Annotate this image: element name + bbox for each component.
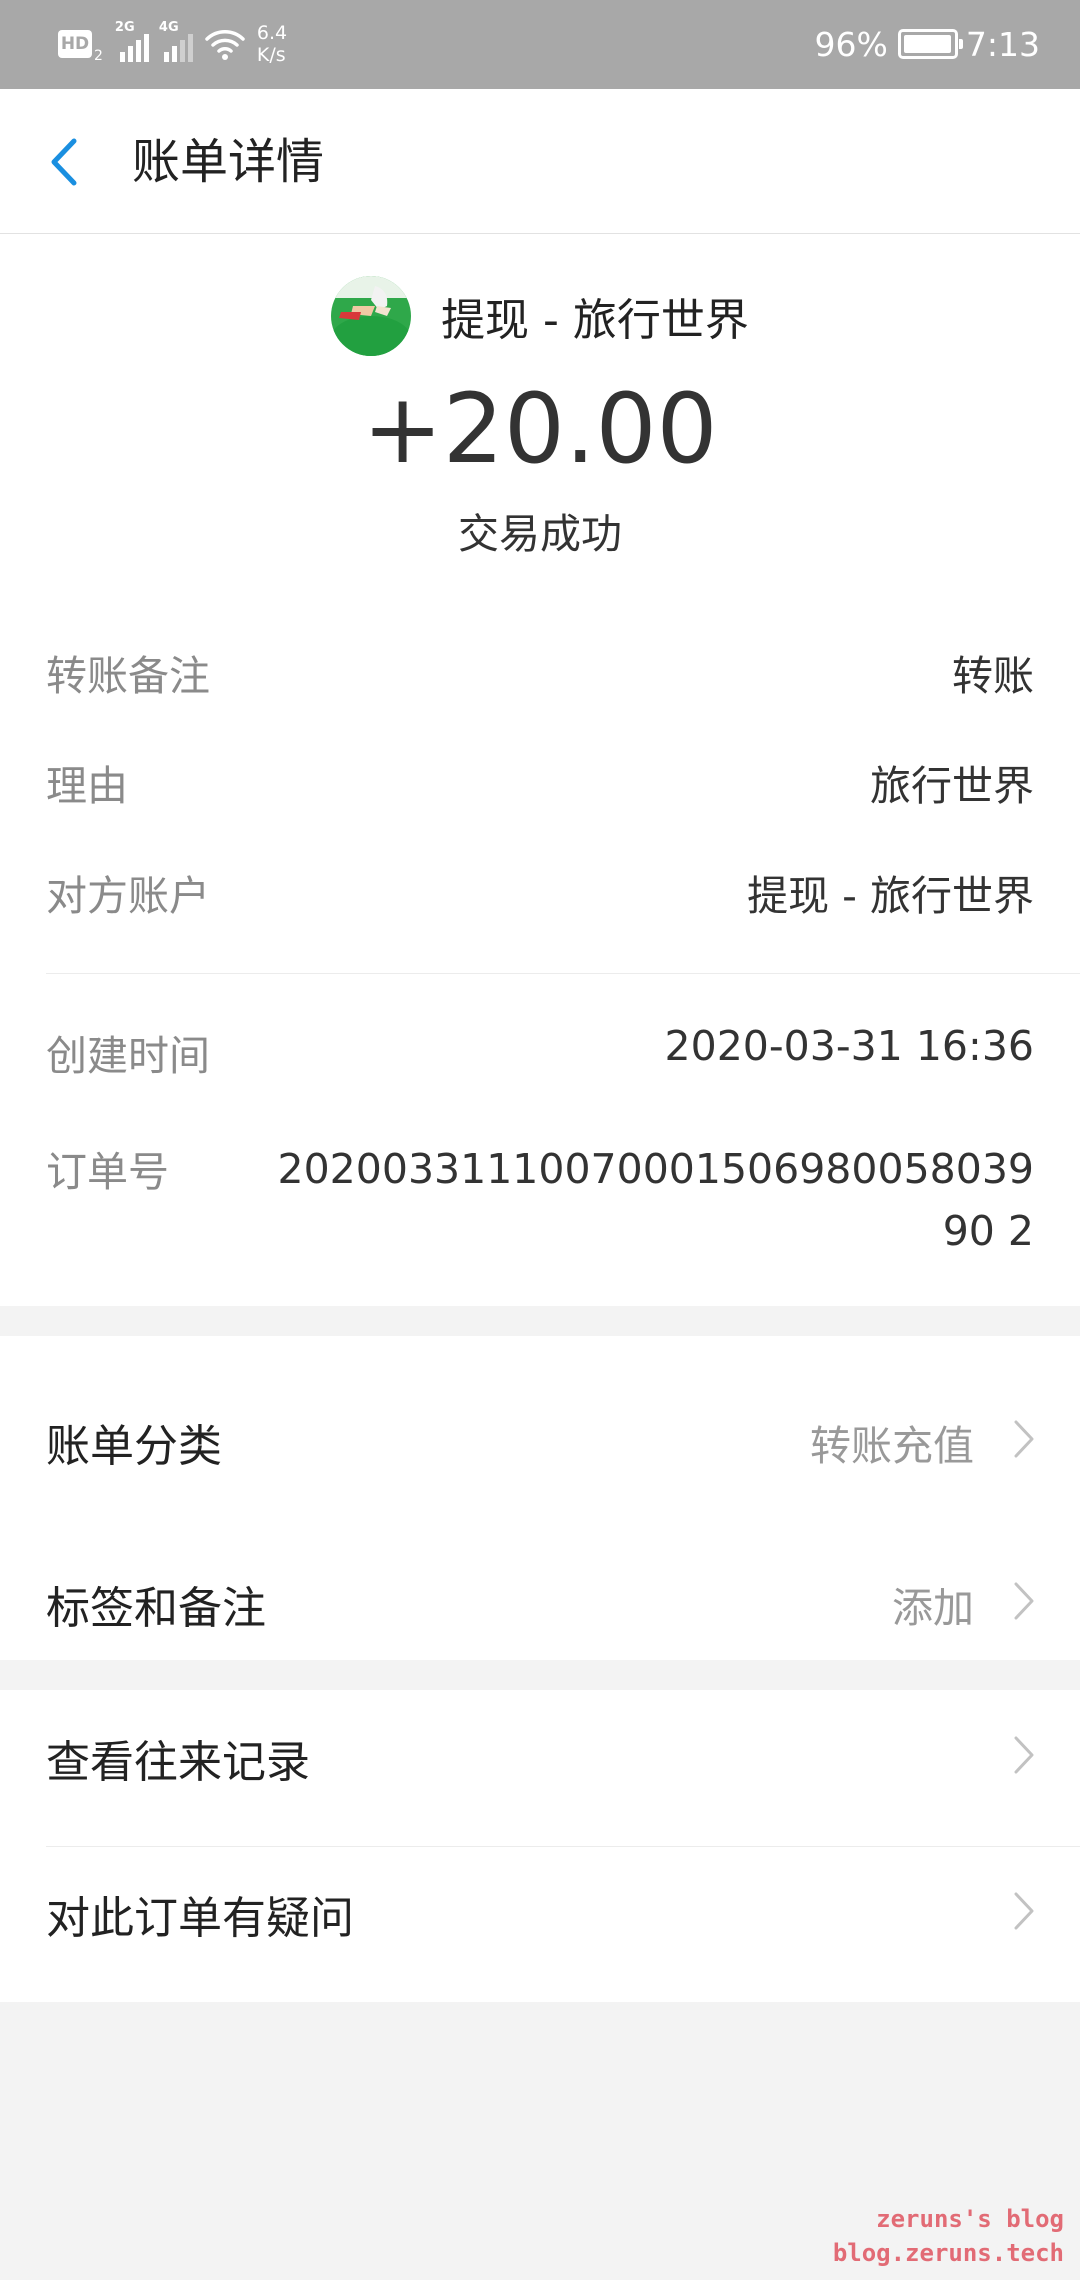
actions-card: 查看往来记录 对此订单有疑问 bbox=[0, 1690, 1080, 2002]
nav-bar: 账单详情 bbox=[0, 89, 1080, 234]
tags-notes-label: 标签和备注 bbox=[46, 1583, 266, 1634]
signal-2g-icon: 2G bbox=[115, 20, 149, 62]
account-value: 提现 - 旅行世界 bbox=[747, 872, 1034, 920]
chevron-right-icon bbox=[1014, 1582, 1034, 1620]
status-bar: HD 2 2G 4G 6.4 K/s 96% 7:13 bbox=[0, 0, 1080, 89]
detail-row-created: 创建时间 2020-03-31 16:36 bbox=[46, 1022, 1034, 1082]
divider bbox=[46, 973, 1080, 974]
remark-value: 转账 bbox=[952, 652, 1034, 700]
detail-row-reason: 理由 旅行世界 bbox=[46, 752, 1034, 812]
reason-label: 理由 bbox=[46, 762, 128, 810]
page-title: 账单详情 bbox=[132, 134, 325, 190]
wifi-icon bbox=[205, 30, 245, 60]
view-history-label: 查看往来记录 bbox=[46, 1737, 310, 1788]
bill-settings-card: 账单分类 转账充值 标签和备注 添加 bbox=[0, 1336, 1080, 1660]
chevron-right-icon bbox=[1014, 1736, 1034, 1774]
reason-value: 旅行世界 bbox=[870, 762, 1034, 810]
detail-row-remark: 转账备注 转账 bbox=[46, 642, 1034, 702]
order-number-value: 2020033111007000150698005803990 2 bbox=[277, 1145, 1034, 1255]
avatar bbox=[331, 276, 412, 356]
hd-sub-label: 2 bbox=[94, 48, 103, 64]
detail-row-account: 对方账户 提现 - 旅行世界 bbox=[46, 862, 1034, 922]
order-number-label: 订单号 bbox=[46, 1148, 169, 1196]
view-history-row[interactable]: 查看往来记录 bbox=[0, 1694, 1080, 1814]
tags-notes-row[interactable]: 标签和备注 添加 bbox=[0, 1540, 1080, 1660]
chevron-right-icon bbox=[1014, 1420, 1034, 1458]
tags-notes-value: 添加 bbox=[892, 1584, 974, 1632]
transaction-card: 提现 - 旅行世界 +20.00 交易成功 转账备注 转账 理由 旅行世界 对方… bbox=[0, 234, 1080, 1306]
battery-icon bbox=[897, 29, 963, 59]
battery-percent: 96% bbox=[814, 24, 888, 64]
hd-icon: HD bbox=[58, 30, 92, 58]
transaction-amount: +20.00 bbox=[362, 373, 718, 485]
bill-category-row[interactable]: 账单分类 转账充值 bbox=[0, 1378, 1080, 1498]
watermark: zeruns's blog blog.zeruns.tech bbox=[832, 2205, 1064, 2267]
bill-category-value: 转账充值 bbox=[810, 1422, 974, 1470]
clock: 7:13 bbox=[965, 24, 1040, 64]
payee-avatar-icon bbox=[331, 276, 412, 356]
created-time-label: 创建时间 bbox=[46, 1032, 210, 1080]
transaction-status: 交易成功 bbox=[458, 510, 622, 558]
bill-category-label: 账单分类 bbox=[46, 1421, 222, 1472]
order-question-row[interactable]: 对此订单有疑问 bbox=[0, 1850, 1080, 1970]
account-label: 对方账户 bbox=[46, 872, 210, 920]
chevron-right-icon bbox=[1014, 1892, 1034, 1930]
order-question-label: 对此订单有疑问 bbox=[46, 1893, 354, 1944]
divider bbox=[46, 1846, 1080, 1847]
payee-name: 提现 - 旅行世界 bbox=[441, 295, 749, 346]
remark-label: 转账备注 bbox=[46, 652, 210, 700]
created-time-value: 2020-03-31 16:36 bbox=[664, 1022, 1034, 1070]
status-bar-right: 96% 7:13 bbox=[815, 18, 1040, 70]
signal-4g-icon: 4G bbox=[159, 20, 193, 62]
back-arrow-icon[interactable] bbox=[44, 135, 84, 189]
payee-row: 提现 - 旅行世界 bbox=[0, 276, 1080, 356]
status-bar-left: HD 2 2G 4G 6.4 K/s bbox=[58, 18, 287, 70]
network-speed: 6.4 K/s bbox=[256, 22, 288, 66]
